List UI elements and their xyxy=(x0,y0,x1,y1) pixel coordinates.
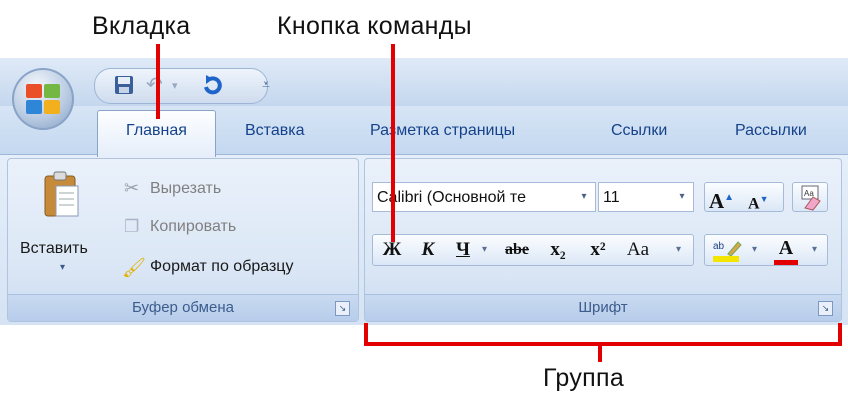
font-size-combo[interactable]: 11 ▾ xyxy=(598,182,694,212)
shrink-font-label: A xyxy=(748,195,760,213)
superscript-button[interactable]: x² xyxy=(582,234,614,266)
customize-arrow-icon[interactable]: ⩡ xyxy=(262,74,270,94)
paste-dropdown-icon[interactable]: ▾ xyxy=(60,262,65,273)
highlight-dropdown-icon[interactable]: ▾ xyxy=(752,234,757,266)
svg-text:ab: ab xyxy=(713,241,725,252)
annotation-tab: Вкладка xyxy=(92,12,191,40)
command-pointer-line xyxy=(391,44,395,242)
clipboard-group-title: Буфер обмена xyxy=(132,299,234,316)
paste-icon[interactable] xyxy=(42,170,80,220)
highlighter-icon: ab xyxy=(713,241,742,262)
clear-formatting-button[interactable]: Aa xyxy=(792,182,828,212)
tab-pointer-line xyxy=(156,44,160,119)
clear-formatting-icon: Aa xyxy=(801,185,821,211)
copy-button[interactable]: Копировать xyxy=(150,218,236,236)
paste-button[interactable]: Вставить xyxy=(20,240,88,258)
undo-icon[interactable]: ↶ xyxy=(146,75,163,95)
highlight-color-button[interactable]: ab xyxy=(712,238,742,264)
group-bracket-right xyxy=(838,323,842,346)
undo-dropdown-icon[interactable]: ▾ xyxy=(172,76,178,96)
font-color-dropdown-icon[interactable]: ▾ xyxy=(812,234,817,266)
scissors-icon: ✂ xyxy=(124,178,140,198)
font-group-footer: Шрифт ↘ xyxy=(365,294,841,321)
font-name-value: Calibri (Основной те xyxy=(377,189,526,206)
italic-button[interactable]: К xyxy=(414,234,442,266)
font-size-dropdown-icon[interactable]: ▾ xyxy=(671,183,693,211)
tab-home-label: Главная xyxy=(126,122,187,139)
font-name-dropdown-icon[interactable]: ▾ xyxy=(573,183,595,211)
strikethrough-button[interactable]: abe xyxy=(498,234,536,266)
font-dialog-launcher-icon[interactable]: ↘ xyxy=(818,301,833,316)
font-name-combo[interactable]: Calibri (Основной те ▾ xyxy=(372,182,596,212)
tab-mailings[interactable]: Рассылки xyxy=(735,122,807,140)
tab-insert[interactable]: Вставка xyxy=(245,122,304,140)
tab-references[interactable]: Ссылки xyxy=(611,122,667,140)
clipboard-dialog-launcher-icon[interactable]: ↘ xyxy=(335,301,350,316)
grow-font-button[interactable]: A▲ xyxy=(709,183,743,213)
copy-icon: ❐ xyxy=(124,217,140,236)
clipboard-group-footer: Буфер обмена ↘ xyxy=(8,294,358,321)
change-case-button[interactable]: Aa xyxy=(620,234,656,266)
office-logo-icon xyxy=(26,84,60,114)
annotation-group: Группа xyxy=(543,364,625,392)
cut-button[interactable]: Вырезать xyxy=(150,180,221,198)
font-group-title: Шрифт xyxy=(578,299,628,316)
redo-icon[interactable] xyxy=(200,73,226,97)
format-painter-button[interactable]: Формат по образцу xyxy=(150,258,293,276)
underline-dropdown-icon[interactable]: ▾ xyxy=(482,234,487,266)
font-color-label: A xyxy=(778,237,794,259)
font-color-bar xyxy=(774,260,798,265)
format-painter-icon: 🖌 xyxy=(122,258,147,279)
change-case-dropdown-icon[interactable]: ▾ xyxy=(676,234,681,266)
grow-font-label: A xyxy=(709,189,725,213)
underline-button[interactable]: Ч xyxy=(450,234,476,266)
subscript-button[interactable]: x₂ xyxy=(542,234,574,266)
font-color-button[interactable]: A xyxy=(772,236,800,265)
group-pointer-line xyxy=(598,342,602,362)
group-bracket-bottom xyxy=(364,342,842,346)
save-icon[interactable] xyxy=(114,75,134,95)
font-size-value: 11 xyxy=(603,189,620,206)
annotation-command-button: Кнопка команды xyxy=(277,12,472,40)
shrink-font-button[interactable]: A▼ xyxy=(748,183,780,213)
